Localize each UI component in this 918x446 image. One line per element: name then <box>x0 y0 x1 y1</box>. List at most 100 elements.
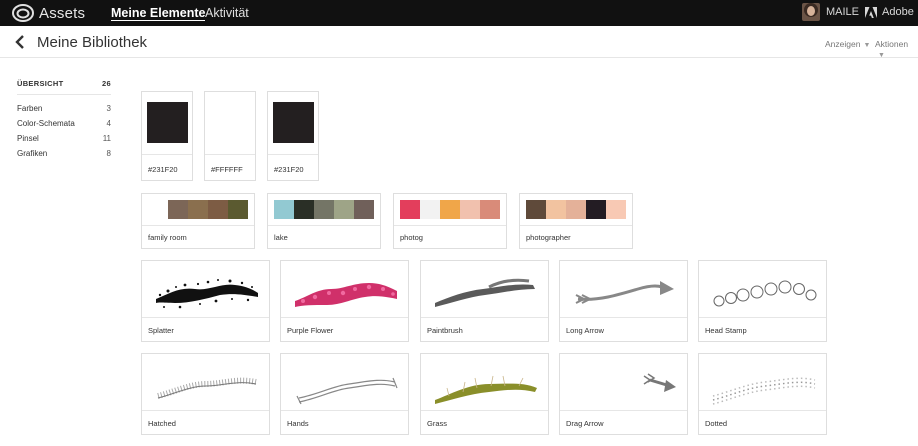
chevron-down-icon: ▼ <box>863 42 871 49</box>
paintbrush-brush-icon <box>435 278 535 307</box>
color-label: #FFFFFF <box>211 165 243 174</box>
color-label: #231F20 <box>148 165 178 174</box>
sidebar-item-colors[interactable]: Farben 3 <box>17 101 111 116</box>
brush-card[interactable]: Purple Flower <box>280 260 409 342</box>
view-menu-label: Anzeigen <box>825 39 861 49</box>
theme-swatch <box>334 200 354 219</box>
sidebar-overview[interactable]: ÜBERSICHT 26 <box>17 79 111 95</box>
adobe-name: Adobe <box>882 6 914 18</box>
theme-swatch <box>274 200 294 219</box>
theme-swatch <box>586 200 606 219</box>
top-bar: Assets Meine Elemente Aktivität MAILE Ad… <box>0 0 918 26</box>
user-menu[interactable]: MAILE <box>802 3 859 21</box>
sidebar-item-label: Pinsel <box>17 134 39 143</box>
brush-label: Dotted <box>705 419 728 428</box>
theme-swatch <box>420 200 440 219</box>
brush-card[interactable]: Paintbrush <box>420 260 549 342</box>
theme-swatch <box>188 200 208 219</box>
sidebar-item-label: Farben <box>17 104 43 113</box>
grass-brush-icon <box>435 375 537 404</box>
color-card[interactable]: #FFFFFF <box>204 91 256 181</box>
theme-swatch <box>546 200 566 219</box>
drag-arrow-brush-icon <box>643 373 676 392</box>
sidebar-item-count: 11 <box>102 134 111 143</box>
theme-swatch <box>354 200 374 219</box>
theme-swatch <box>566 200 586 219</box>
sidebar: ÜBERSICHT 26 Farben 3 Color-Schemata 4 P… <box>17 79 111 161</box>
brush-card[interactable]: Splatter <box>141 260 270 342</box>
dotted-brush-icon <box>712 377 816 405</box>
theme-swatch <box>440 200 460 219</box>
theme-swatch <box>314 200 334 219</box>
theme-swatches <box>274 200 374 219</box>
color-label: #231F20 <box>274 165 304 174</box>
theme-swatches <box>526 200 626 219</box>
purple-flower-brush-icon <box>295 283 397 307</box>
nav-my-elements[interactable]: Meine Elemente <box>111 6 206 21</box>
brush-label: Splatter <box>148 326 174 335</box>
sidebar-overview-label: ÜBERSICHT <box>17 79 64 88</box>
long-arrow-brush-icon <box>575 281 674 304</box>
creative-cloud-logo-icon <box>12 4 34 22</box>
color-theme-card[interactable]: family room <box>141 193 255 249</box>
splatter-brush-icon <box>156 279 258 309</box>
adobe-link[interactable]: Adobe <box>865 6 914 18</box>
sidebar-item-graphics[interactable]: Grafiken 8 <box>17 146 111 161</box>
sidebar-item-label: Grafiken <box>17 149 48 158</box>
actions-menu-label: Aktionen <box>875 39 909 49</box>
brush-label: Grass <box>427 419 448 428</box>
head-stamp-brush-icon <box>713 280 817 307</box>
sidebar-overview-count: 26 <box>102 79 111 88</box>
color-theme-card[interactable]: lake <box>267 193 381 249</box>
actions-menu-button[interactable]: Aktionen ▼ <box>875 39 918 59</box>
theme-label: photographer <box>526 233 571 242</box>
color-swatch <box>210 102 251 143</box>
theme-swatches <box>400 200 500 219</box>
brush-label: Long Arrow <box>566 326 604 335</box>
theme-swatch <box>208 200 228 219</box>
brush-label: Paintbrush <box>427 326 463 335</box>
sidebar-item-color-themes[interactable]: Color-Schemata 4 <box>17 116 111 131</box>
brush-card[interactable]: Hatched <box>141 353 270 435</box>
nav-activity[interactable]: Aktivität <box>205 6 249 20</box>
theme-label: photog <box>400 233 423 242</box>
brush-card[interactable]: Drag Arrow <box>559 353 688 435</box>
color-card[interactable]: #231F20 <box>141 91 193 181</box>
brush-label: Head Stamp <box>705 326 747 335</box>
color-theme-card[interactable]: photographer <box>519 193 633 249</box>
view-menu-button[interactable]: Anzeigen ▼ <box>825 39 870 49</box>
hands-brush-icon <box>296 377 398 405</box>
brush-label: Drag Arrow <box>566 419 604 428</box>
brush-card[interactable]: Long Arrow <box>559 260 688 342</box>
page-header: Meine Bibliothek Anzeigen ▼ Aktionen▼ <box>0 26 918 59</box>
brand[interactable]: Assets <box>12 3 85 23</box>
adobe-logo-icon <box>865 6 877 18</box>
sidebar-item-count: 4 <box>106 119 111 128</box>
theme-swatches <box>168 200 248 219</box>
sidebar-item-brushes[interactable]: Pinsel 11 <box>17 131 111 146</box>
brush-card[interactable]: Head Stamp <box>698 260 827 342</box>
theme-swatch <box>606 200 626 219</box>
theme-swatch <box>168 200 188 219</box>
theme-swatch <box>400 200 420 219</box>
color-theme-card[interactable]: photog <box>393 193 507 249</box>
color-card[interactable]: #231F20 <box>267 91 319 181</box>
theme-swatch <box>460 200 480 219</box>
brush-card[interactable]: Hands <box>280 353 409 435</box>
sidebar-item-count: 8 <box>106 149 111 158</box>
brand-name: Assets <box>39 4 86 22</box>
chevron-left-icon[interactable] <box>14 34 26 50</box>
theme-swatch <box>480 200 500 219</box>
brush-label: Hatched <box>148 419 176 428</box>
brush-card[interactable]: Dotted <box>698 353 827 435</box>
theme-swatch <box>526 200 546 219</box>
sidebar-item-label: Color-Schemata <box>17 119 75 128</box>
theme-label: family room <box>148 233 187 242</box>
chevron-down-icon: ▼ <box>878 52 885 59</box>
hatched-brush-icon <box>157 377 257 399</box>
brush-card[interactable]: Grass <box>420 353 549 435</box>
user-name: MAILE <box>826 6 860 18</box>
avatar <box>802 3 820 21</box>
color-swatch <box>147 102 188 143</box>
sidebar-item-count: 3 <box>106 104 111 113</box>
